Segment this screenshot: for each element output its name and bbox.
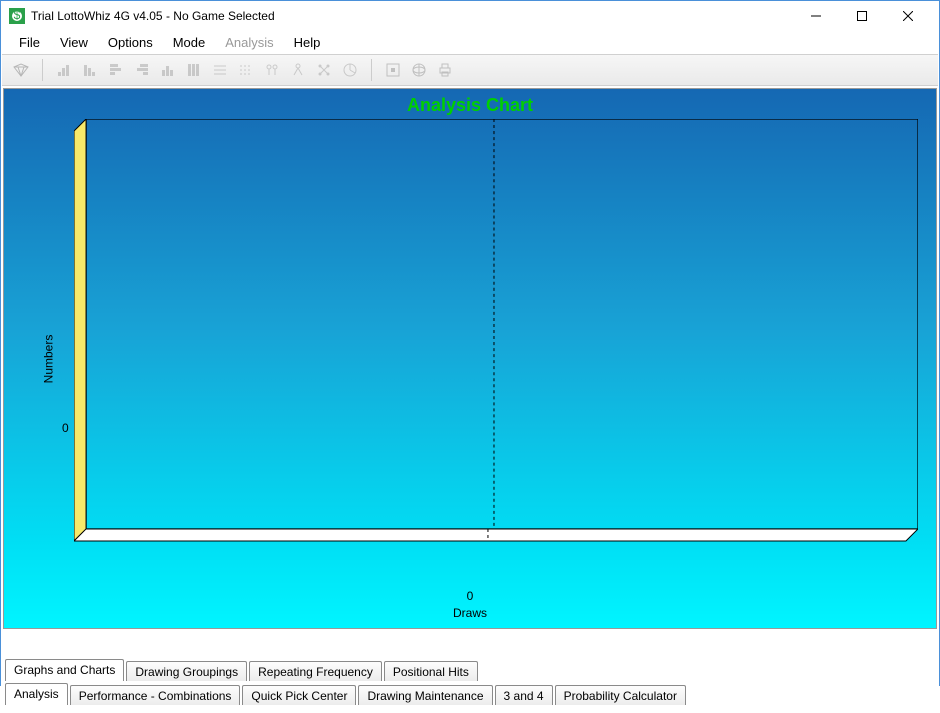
toolbar [2, 54, 938, 86]
x-axis-tick: 0 [467, 589, 474, 603]
window-title: Trial LottoWhiz 4G v4.05 - No Game Selec… [31, 9, 793, 23]
chart-type-5-icon[interactable] [157, 59, 179, 81]
chart-type-2-icon[interactable] [79, 59, 101, 81]
chart-title: Analysis Chart [4, 95, 936, 116]
tab-analysis[interactable]: Analysis [5, 683, 68, 705]
tab-performance-combinations[interactable]: Performance - Combinations [70, 685, 241, 705]
tab-positional-hits[interactable]: Positional Hits [384, 661, 478, 681]
y-axis-tick: 0 [62, 421, 69, 435]
tool-print-icon[interactable] [434, 59, 456, 81]
title-bar: $ Trial LottoWhiz 4G v4.05 - No Game Sel… [1, 1, 939, 31]
chart-type-11-icon[interactable] [313, 59, 335, 81]
chart-type-10-icon[interactable] [287, 59, 309, 81]
menu-view[interactable]: View [50, 33, 98, 52]
bottom-tabs-area: Graphs and Charts Drawing Groupings Repe… [1, 631, 939, 713]
chart-type-9-icon[interactable] [261, 59, 283, 81]
close-button[interactable] [885, 1, 931, 31]
tab-drawing-groupings[interactable]: Drawing Groupings [126, 661, 247, 681]
chart-type-6-icon[interactable] [183, 59, 205, 81]
menu-options[interactable]: Options [98, 33, 163, 52]
x-axis-label: Draws [453, 606, 487, 620]
tab-3-and-4[interactable]: 3 and 4 [495, 685, 553, 705]
chart-type-3-icon[interactable] [105, 59, 127, 81]
y-axis-label: Numbers [41, 334, 55, 383]
app-icon: $ [9, 8, 25, 24]
menu-analysis: Analysis [215, 33, 283, 52]
menu-file[interactable]: File [9, 33, 50, 52]
tab-graphs-and-charts[interactable]: Graphs and Charts [5, 659, 124, 681]
inner-tab-strip: Graphs and Charts Drawing Groupings Repe… [5, 659, 480, 681]
tool-square-icon[interactable] [382, 59, 404, 81]
tab-probability-calculator[interactable]: Probability Calculator [555, 685, 686, 705]
chart-type-7-icon[interactable] [209, 59, 231, 81]
chart-type-1-icon[interactable] [53, 59, 75, 81]
tab-quick-pick-center[interactable]: Quick Pick Center [242, 685, 356, 705]
tool-globe-icon[interactable] [408, 59, 430, 81]
tab-drawing-maintenance[interactable]: Drawing Maintenance [358, 685, 492, 705]
toolbar-separator [371, 59, 372, 81]
toolbar-separator [42, 59, 43, 81]
chart-type-8-icon[interactable] [235, 59, 257, 81]
chart-plot [74, 119, 918, 581]
chart-type-4-icon[interactable] [131, 59, 153, 81]
minimize-button[interactable] [793, 1, 839, 31]
menu-mode[interactable]: Mode [163, 33, 216, 52]
menu-help[interactable]: Help [284, 33, 331, 52]
outer-tab-strip: Analysis Performance - Combinations Quic… [5, 683, 688, 705]
chart-background: Analysis Chart Numbers 0 Draws 0 [3, 88, 937, 629]
chart-area: Analysis Chart Numbers 0 Draws 0 [3, 88, 937, 629]
menu-bar: File View Options Mode Analysis Help [1, 31, 939, 53]
tab-repeating-frequency[interactable]: Repeating Frequency [249, 661, 382, 681]
maximize-button[interactable] [839, 1, 885, 31]
diamond-icon[interactable] [10, 59, 32, 81]
chart-type-12-icon[interactable] [339, 59, 361, 81]
svg-text:$: $ [14, 8, 21, 22]
